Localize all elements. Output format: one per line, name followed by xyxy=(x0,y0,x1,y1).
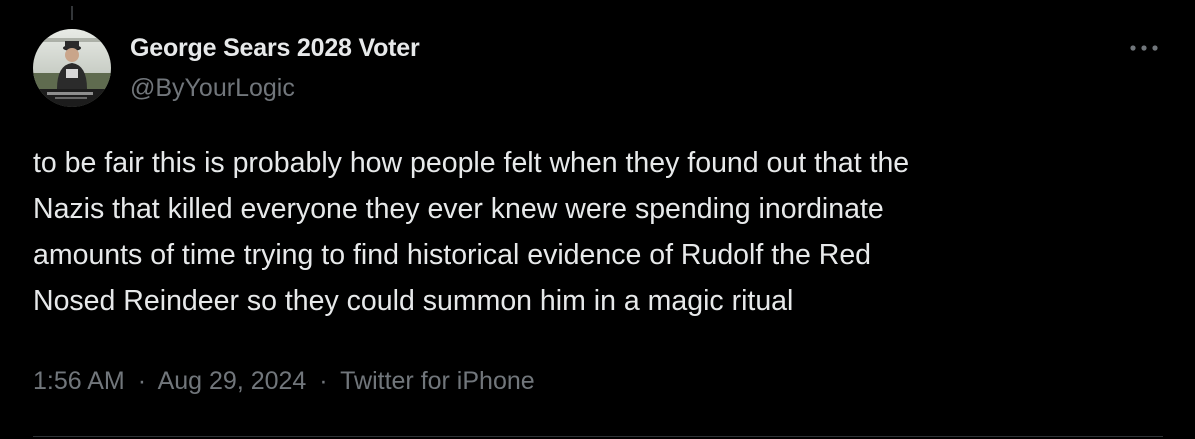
tweet-text-line: Nazis that killed everyone they ever kne… xyxy=(33,193,884,225)
author-avatar[interactable] xyxy=(33,29,111,107)
more-options-button[interactable] xyxy=(1124,32,1164,64)
tweet-text-line: amounts of time trying to find historica… xyxy=(33,239,872,271)
thread-connector-line xyxy=(71,6,73,20)
profile-photo-icon xyxy=(33,29,111,107)
author-handle[interactable]: @ByYourLogic xyxy=(130,74,295,103)
meta-separator: · xyxy=(319,367,328,395)
tweet-timestamp-time[interactable]: 1:56 AM xyxy=(33,367,125,395)
bottom-divider xyxy=(33,436,1163,437)
tweet-metadata: 1:56 AM · Aug 29, 2024 · Twitter for iPh… xyxy=(33,367,535,396)
tweet-text-line: Nosed Reindeer so they could summon him … xyxy=(33,285,794,317)
tweet-timestamp-date[interactable]: Aug 29, 2024 xyxy=(158,367,307,395)
tweet-source[interactable]: Twitter for iPhone xyxy=(340,367,535,395)
tweet-text-line: to be fair this is probably how people f… xyxy=(33,147,910,179)
meta-separator: · xyxy=(137,367,147,395)
tweet-text: to be fair this is probably how people f… xyxy=(33,140,1163,324)
author-display-name[interactable]: George Sears 2028 Voter xyxy=(130,34,420,63)
more-dots-icon xyxy=(1130,45,1158,51)
